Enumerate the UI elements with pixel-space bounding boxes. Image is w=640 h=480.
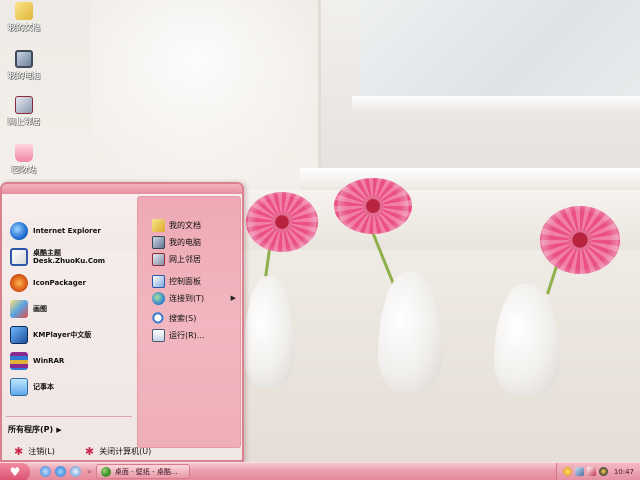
- search-icon: [152, 311, 165, 325]
- all-programs-label: 所有程序(P): [8, 425, 54, 434]
- white-vase: [378, 272, 442, 392]
- place-my-computer[interactable]: 我的电脑: [152, 234, 236, 250]
- place-label: 连接到(T): [169, 293, 205, 303]
- logoff-icon: ✱: [14, 444, 24, 458]
- media-player-icon[interactable]: [70, 466, 81, 477]
- my-computer-icon: [15, 50, 33, 68]
- start-button[interactable]: ♥: [0, 462, 30, 480]
- place-connect-to[interactable]: 连接到(T) ▶: [152, 290, 236, 306]
- desktop-icon-my-documents[interactable]: 我的文档: [2, 2, 46, 33]
- program-label: 桌酷主题: [33, 249, 61, 257]
- program-label: IconPackager: [33, 279, 86, 287]
- place-control-panel[interactable]: 控制面板: [152, 273, 236, 289]
- program-paint[interactable]: 画图: [10, 298, 47, 320]
- desktop-icon-recycle-bin[interactable]: 回收站: [2, 144, 46, 175]
- place-label: 运行(R)...: [169, 330, 205, 340]
- heart-icon: ♥: [9, 464, 21, 479]
- run-icon: [152, 328, 165, 342]
- start-menu-programs-pane: Internet Explorer 桌酷主题 Desk.ZhuoKu.Com I…: [2, 194, 136, 429]
- control-panel-icon: [152, 274, 165, 288]
- program-internet-explorer[interactable]: Internet Explorer: [10, 220, 101, 242]
- place-label: 控制面板: [169, 276, 201, 286]
- logoff-label: 注销(L): [28, 446, 55, 456]
- kmplayer-icon: [10, 326, 28, 344]
- program-sublabel: Desk.ZhuoKu.Com: [33, 257, 106, 265]
- start-menu-places-pane: 我的文档 我的电脑 网上邻居 控制面板 连接到(T) ▶ 搜索(S) 运行(R)…: [137, 196, 241, 448]
- logoff-button[interactable]: ✱ 注销(L): [14, 445, 55, 458]
- program-winrar[interactable]: WinRAR: [10, 350, 64, 372]
- start-menu: Internet Explorer 桌酷主题 Desk.ZhuoKu.Com I…: [0, 182, 244, 462]
- recycle-bin-icon: [15, 144, 33, 162]
- wallpaper-window-rail: [352, 96, 640, 112]
- shutdown-icon: ✱: [84, 444, 95, 458]
- browser-icon: [100, 466, 111, 477]
- place-run[interactable]: 运行(R)...: [152, 327, 236, 343]
- tray-sun-icon[interactable]: [562, 467, 572, 476]
- taskbar-window-label: 桌面 - 壁纸 - 桌酷...: [114, 467, 178, 476]
- desktop-icon-network-places[interactable]: 网上邻居: [2, 96, 46, 127]
- internet-explorer-icon: [10, 222, 28, 240]
- program-label: WinRAR: [33, 357, 65, 365]
- network-places-icon: [152, 252, 165, 266]
- system-tray: 10:47: [555, 462, 640, 480]
- chevron-right-icon: ▶: [56, 426, 62, 434]
- program-label: Internet Explorer: [33, 227, 101, 235]
- desktop-icon-my-computer[interactable]: 我的电脑: [2, 50, 46, 81]
- my-documents-icon: [15, 2, 33, 20]
- place-network-places[interactable]: 网上邻居: [152, 251, 236, 267]
- internet-explorer-icon[interactable]: [55, 466, 66, 477]
- my-documents-icon: [152, 218, 165, 232]
- program-label-block: 桌酷主题 Desk.ZhuoKu.Com: [33, 249, 105, 265]
- show-desktop-icon[interactable]: [40, 466, 51, 477]
- desktop-icon-label: 我的电脑: [8, 71, 40, 80]
- program-label: 画图: [33, 305, 47, 313]
- program-notepad[interactable]: 记事本: [10, 376, 54, 398]
- taskbar: ♥ » 桌面 - 壁纸 - 桌酷... 10:47: [0, 462, 640, 480]
- all-programs-button[interactable]: 所有程序(P) ▶: [8, 424, 62, 435]
- network-places-icon: [15, 96, 33, 114]
- taskbar-clock[interactable]: 10:47: [614, 468, 634, 476]
- connect-to-icon: [152, 291, 165, 305]
- program-label: 记事本: [33, 383, 54, 391]
- quick-launch: [40, 466, 81, 477]
- paint-icon: [10, 300, 28, 318]
- start-menu-footer: ✱ 注销(L) ✱ 关闭计算机(U): [2, 442, 242, 460]
- chevron-right-icon: ▶: [230, 294, 236, 302]
- start-menu-header: [2, 184, 242, 194]
- gerbera-flower: [246, 192, 318, 252]
- desktop-icon-label: 我的文档: [8, 23, 40, 32]
- place-label: 搜索(S): [169, 313, 197, 323]
- tray-volume-icon[interactable]: [598, 467, 608, 476]
- iconpackager-icon: [10, 274, 28, 292]
- shutdown-button[interactable]: ✱ 关闭计算机(U): [85, 445, 151, 458]
- place-label: 我的文档: [169, 220, 201, 230]
- place-label: 我的电脑: [169, 237, 201, 247]
- program-iconpackager[interactable]: IconPackager: [10, 272, 86, 294]
- tray-network-icon[interactable]: [574, 467, 584, 476]
- shutdown-label: 关闭计算机(U): [99, 446, 152, 456]
- program-zhuoku-theme[interactable]: 桌酷主题 Desk.ZhuoKu.Com: [10, 246, 105, 268]
- desktop-icon-label: 网上邻居: [8, 117, 40, 126]
- wallpaper-window-glass: [360, 0, 640, 96]
- my-computer-icon: [152, 235, 165, 249]
- start-menu-divider: [6, 416, 132, 417]
- tray-security-icon[interactable]: [586, 467, 596, 476]
- program-label: KMPlayer中文版: [33, 331, 92, 339]
- zhuoku-theme-icon: [10, 248, 28, 266]
- place-label: 网上邻居: [169, 254, 201, 264]
- gerbera-flower: [540, 206, 620, 274]
- place-my-documents[interactable]: 我的文档: [152, 217, 236, 233]
- taskbar-window-button[interactable]: 桌面 - 壁纸 - 桌酷...: [95, 464, 190, 479]
- white-vase: [244, 276, 294, 388]
- gerbera-flower: [334, 178, 412, 234]
- desktop-icon-label: 回收站: [12, 165, 36, 174]
- program-kmplayer[interactable]: KMPlayer中文版: [10, 324, 91, 346]
- notepad-icon: [10, 378, 28, 396]
- place-search[interactable]: 搜索(S): [152, 310, 236, 326]
- winrar-icon: [10, 352, 28, 370]
- chevron-right-icon[interactable]: »: [87, 467, 92, 476]
